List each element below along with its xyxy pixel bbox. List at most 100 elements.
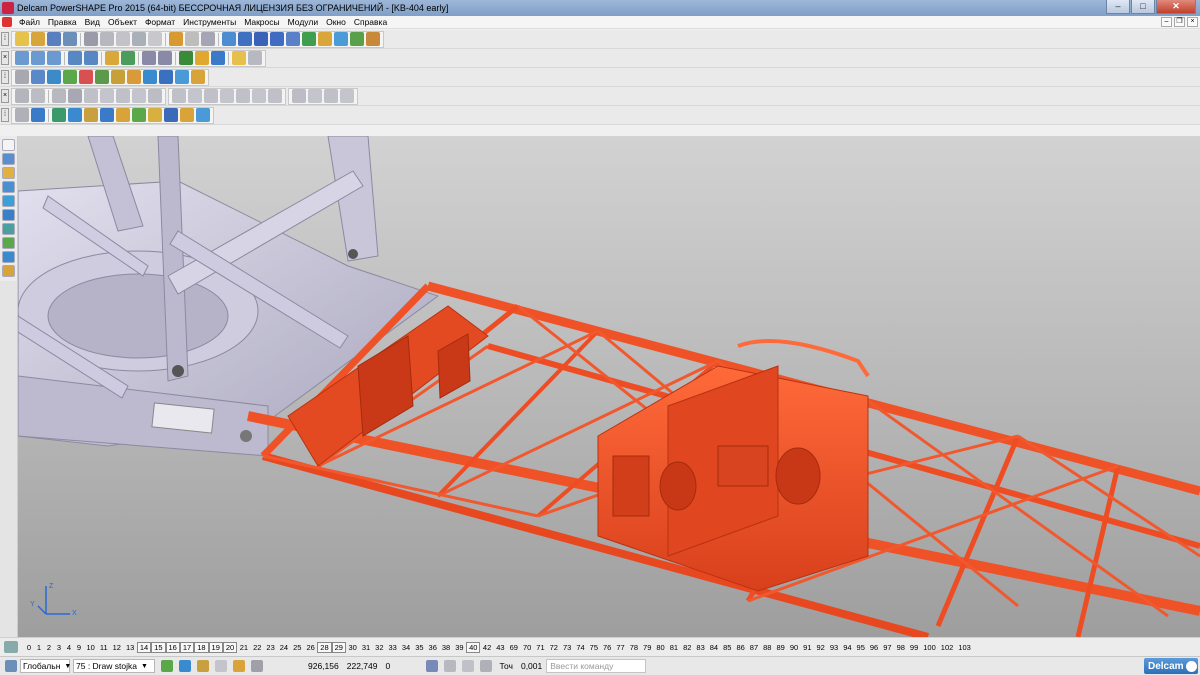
solid-tool-5-icon[interactable]: [84, 108, 98, 122]
level-button[interactable]: 19: [208, 641, 223, 653]
toolbar-grip[interactable]: ⁞: [1, 70, 9, 84]
level-button[interactable]: 23: [264, 643, 277, 652]
circle-icon[interactable]: [270, 32, 284, 46]
level-button[interactable]: 78: [627, 643, 640, 652]
level-button[interactable]: 81: [667, 643, 680, 652]
surface-tool-icon[interactable]: [2, 223, 15, 235]
level-button[interactable]: 10: [84, 643, 97, 652]
surface-misc-3-icon[interactable]: [324, 89, 338, 103]
level-button[interactable]: 39: [453, 643, 466, 652]
level-button[interactable]: 96: [867, 643, 880, 652]
workplane-icon[interactable]: [15, 70, 29, 84]
rotate-icon[interactable]: [105, 51, 119, 65]
level-button[interactable]: 84: [707, 643, 720, 652]
surface-tool-1-icon[interactable]: [15, 89, 29, 103]
level-button[interactable]: 69: [507, 643, 520, 652]
level-button[interactable]: 15: [151, 641, 166, 653]
level-button[interactable]: 103: [956, 643, 974, 652]
level-button[interactable]: 20: [222, 641, 238, 653]
level-button[interactable]: 31: [359, 643, 372, 652]
drawing-icon[interactable]: [159, 70, 173, 84]
solid-tool-8-icon[interactable]: [132, 108, 146, 122]
level-button[interactable]: 12: [110, 643, 123, 652]
light-icon[interactable]: [232, 51, 246, 65]
level-button[interactable]: 26: [304, 643, 317, 652]
surface-tool-3-icon[interactable]: [52, 89, 66, 103]
level-button[interactable]: 99: [907, 643, 920, 652]
level-button[interactable]: 21: [237, 643, 250, 652]
level-button[interactable]: 36: [426, 643, 439, 652]
command-input[interactable]: Ввести команду: [546, 659, 647, 673]
shaded-icon[interactable]: [195, 51, 209, 65]
electrode-icon[interactable]: [175, 70, 189, 84]
edit-icon[interactable]: [132, 32, 146, 46]
menu-tools[interactable]: Инструменты: [179, 17, 240, 27]
tools-icon[interactable]: [191, 70, 205, 84]
toolbar-grip[interactable]: ⁞: [1, 32, 9, 46]
new-file-icon[interactable]: [15, 32, 29, 46]
level-button[interactable]: 88: [761, 643, 774, 652]
levels-icon[interactable]: [4, 641, 18, 653]
material-icon[interactable]: [318, 32, 332, 46]
level-button[interactable]: 25: [291, 643, 304, 652]
solid-tool-7-icon[interactable]: [116, 108, 130, 122]
arc-tool-icon[interactable]: [2, 195, 15, 207]
doc-restore-button[interactable]: ❐: [1174, 17, 1185, 27]
dimension-icon[interactable]: [238, 32, 252, 46]
open-file-icon[interactable]: [31, 32, 45, 46]
menu-edit[interactable]: Правка: [44, 17, 81, 27]
level-button[interactable]: 16: [165, 641, 180, 653]
level-button[interactable]: 29: [331, 641, 346, 653]
calculator-icon[interactable]: [426, 660, 439, 672]
solid-tool-4-icon[interactable]: [68, 108, 82, 122]
curve-icon[interactable]: [286, 32, 300, 46]
level-button[interactable]: 28: [317, 641, 332, 653]
level-button[interactable]: 92: [814, 643, 827, 652]
surface-misc-2-icon[interactable]: [308, 89, 322, 103]
level-select[interactable]: 75 : Draw stojka ▼: [73, 659, 155, 673]
workplane-tool-icon[interactable]: [2, 167, 15, 179]
solid-tool-1-icon[interactable]: [15, 108, 29, 122]
level-button[interactable]: 95: [854, 643, 867, 652]
quick-select-icon[interactable]: [2, 153, 15, 165]
level-button[interactable]: 71: [534, 643, 547, 652]
view-iso1-icon[interactable]: [68, 51, 82, 65]
workplane-icon[interactable]: [5, 660, 17, 672]
snap-icon[interactable]: [161, 660, 173, 672]
level-button[interactable]: 86: [734, 643, 747, 652]
level-button[interactable]: 100: [921, 643, 939, 652]
level-button[interactable]: 38: [439, 643, 452, 652]
selection-filter-icon[interactable]: [215, 660, 227, 672]
level-button[interactable]: 90: [787, 643, 800, 652]
surface-tool-5-icon[interactable]: [84, 89, 98, 103]
render-icon[interactable]: [350, 32, 364, 46]
level-button[interactable]: 102: [938, 643, 956, 652]
compass-icon[interactable]: [480, 660, 493, 672]
level-button[interactable]: 72: [547, 643, 560, 652]
workplane-select[interactable]: Глобальн ▼: [20, 659, 71, 673]
surface-tool-8-icon[interactable]: [132, 89, 146, 103]
doc-close-button[interactable]: ×: [1187, 17, 1198, 27]
solid-tool-3-icon[interactable]: [52, 108, 66, 122]
wireframe-icon[interactable]: [211, 51, 225, 65]
document-icon[interactable]: [31, 70, 45, 84]
solid-tool-6-icon[interactable]: [100, 108, 114, 122]
level-button[interactable]: 94: [841, 643, 854, 652]
level-button[interactable]: 40: [466, 641, 481, 653]
level-button[interactable]: 91: [801, 643, 814, 652]
surface-edit-2-icon[interactable]: [188, 89, 202, 103]
level-button[interactable]: 89: [774, 643, 787, 652]
level-button[interactable]: 75: [587, 643, 600, 652]
view-iso2-icon[interactable]: [84, 51, 98, 65]
model-viewport[interactable]: Z Y X: [18, 136, 1200, 637]
close-button[interactable]: ✕: [1156, 0, 1196, 14]
position-icon[interactable]: [444, 660, 457, 672]
delete-icon[interactable]: [148, 32, 162, 46]
menu-window[interactable]: Окно: [322, 17, 350, 27]
save-icon[interactable]: [47, 32, 61, 46]
level-button[interactable]: 35: [413, 643, 426, 652]
level-button[interactable]: 1: [34, 643, 44, 652]
level-button[interactable]: 24: [277, 643, 290, 652]
toolbar-close-icon[interactable]: ×: [1, 89, 9, 103]
hand-icon[interactable]: [248, 51, 262, 65]
